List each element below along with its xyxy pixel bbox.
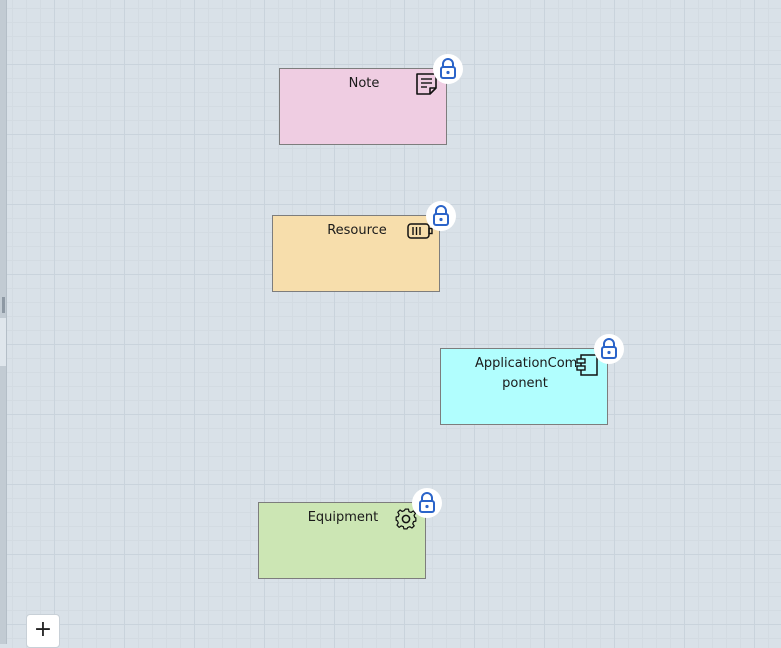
panel-tab[interactable] <box>0 318 6 366</box>
panel-resize-handle[interactable] <box>2 297 5 313</box>
equipment-node[interactable]: Equipment <box>258 502 426 579</box>
lock-icon[interactable] <box>412 488 442 518</box>
left-panel-edge[interactable] <box>0 0 7 644</box>
lock-icon[interactable] <box>594 334 624 364</box>
resource-node[interactable]: Resource <box>272 215 440 292</box>
lock-icon[interactable] <box>433 54 463 84</box>
note-node[interactable]: Note <box>279 68 447 145</box>
application-component-label-line1: ApplicationCom <box>475 356 578 371</box>
diagram-canvas[interactable]: Note Resource ApplicationCom ponent Equi… <box>0 0 781 648</box>
application-component-node[interactable]: ApplicationCom ponent <box>440 348 608 425</box>
application-component-label-line2: ponent <box>502 376 548 391</box>
lock-icon[interactable] <box>426 201 456 231</box>
add-button[interactable]: + <box>26 614 60 648</box>
